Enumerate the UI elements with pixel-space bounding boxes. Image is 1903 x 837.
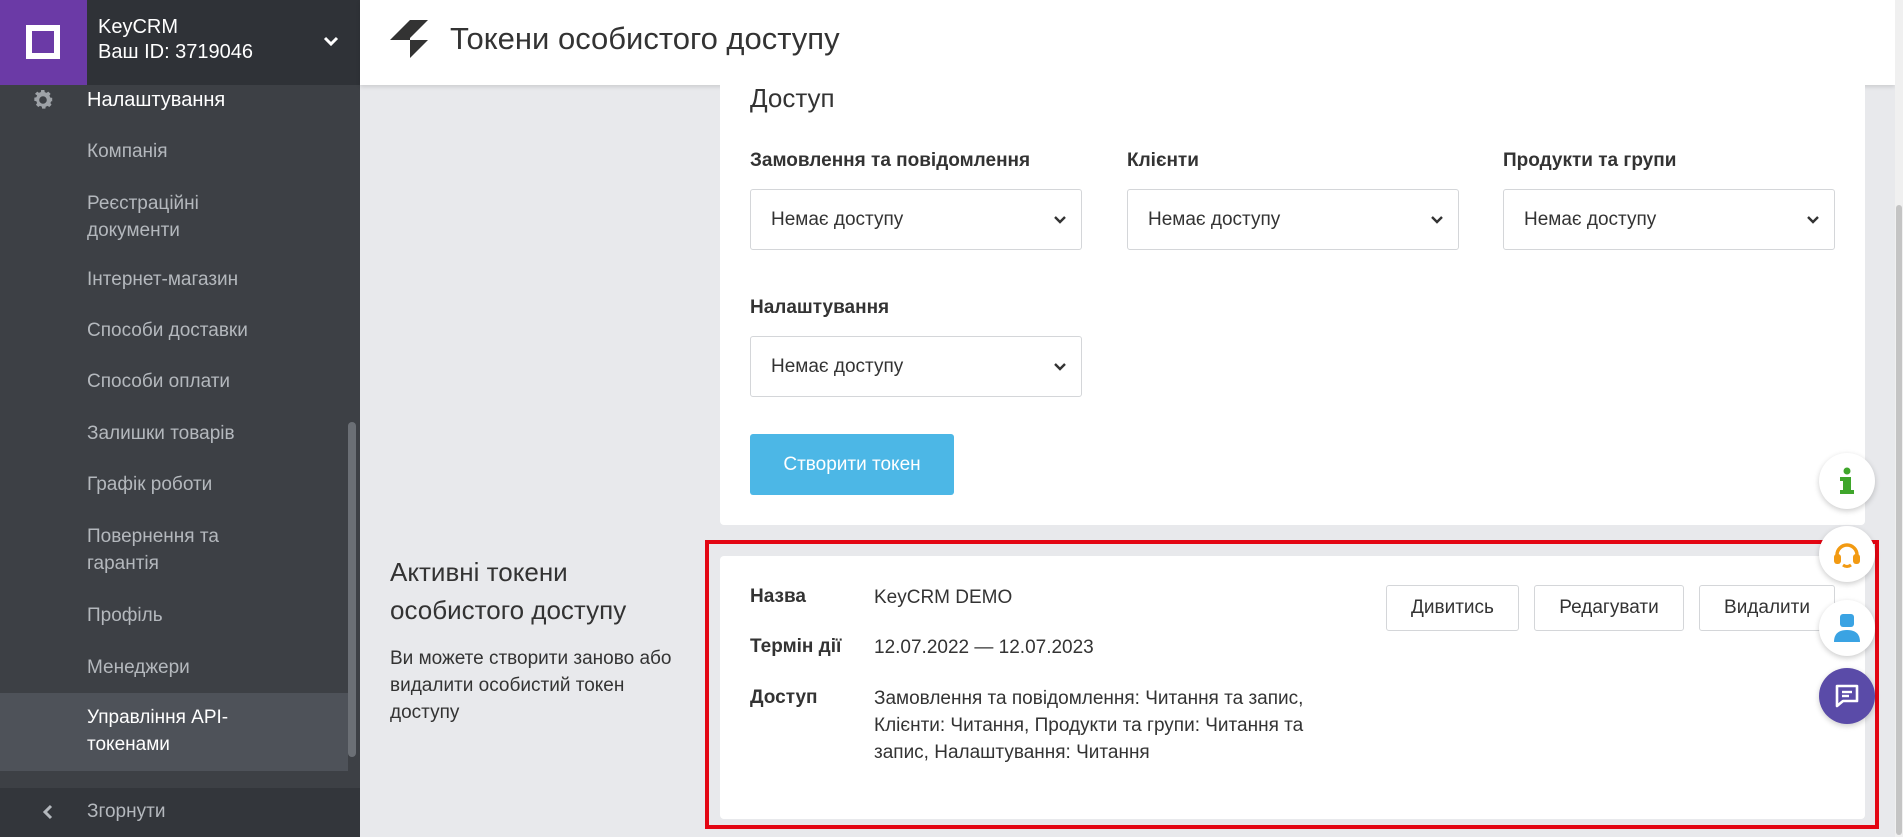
chevron-left-icon (42, 804, 53, 820)
highlight-frame (705, 540, 1879, 829)
access-heading: Доступ (750, 83, 835, 113)
settings-access-label: Налаштування (750, 297, 890, 318)
orders-access-label: Замовлення та повідомлення (750, 150, 1031, 171)
sidebar-item-managers[interactable]: Менеджери (0, 654, 350, 681)
chat-widget-button[interactable] (1819, 668, 1875, 724)
access-card: Доступ Замовлення та повідомлення Немає … (720, 78, 1865, 525)
settings-label: Налаштування (87, 89, 226, 111)
sidebar: KeyCRM Ваш ID: 3719046 Налаштування Комп… (0, 0, 360, 837)
clients-access-label: Клієнти (1127, 150, 1199, 171)
brand-name: KeyCRM (98, 16, 179, 38)
sidebar-scrollbar[interactable] (348, 422, 356, 757)
clients-access-select[interactable]: Немає доступу (1127, 189, 1459, 250)
sidebar-header[interactable]: KeyCRM Ваш ID: 3719046 (0, 0, 360, 85)
products-access-select[interactable]: Немає доступу (1503, 189, 1835, 250)
settings-access-value: Немає доступу (771, 356, 904, 377)
sidebar-item-payment-methods[interactable]: Способи оплати (0, 368, 350, 395)
active-tokens-description: Ви можете створити заново або видалити о… (390, 648, 672, 723)
sidebar-item-delivery-methods[interactable]: Способи доставки (0, 317, 350, 344)
manager-widget-button[interactable] (1819, 600, 1875, 656)
sidebar-item-schedule[interactable]: Графік роботи (0, 471, 350, 498)
sidebar-section-settings[interactable]: Налаштування (0, 85, 360, 115)
sidebar-item-company[interactable]: Компанія (0, 138, 350, 165)
gear-icon (34, 90, 54, 109)
settings-access-select[interactable]: Немає доступу (750, 336, 1082, 397)
active-tokens-title: Активні токени особистого доступу (390, 557, 627, 625)
support-widget-button[interactable] (1819, 526, 1875, 582)
orders-access-select[interactable]: Немає доступу (750, 189, 1082, 250)
chevron-down-icon (1054, 216, 1066, 224)
sidebar-collapse[interactable]: Згорнути (0, 788, 360, 837)
create-token-button[interactable]: Створити токен (750, 434, 954, 495)
chevron-down-icon[interactable] (318, 28, 344, 54)
sidebar-item-registration-docs[interactable]: Реєстраційні документи (0, 190, 300, 244)
collapse-label: Згорнути (87, 801, 166, 822)
clients-access-value: Немає доступу (1148, 209, 1281, 230)
headset-icon (1834, 543, 1860, 568)
info-widget-button[interactable] (1819, 453, 1875, 509)
page-scrollbar[interactable] (1895, 0, 1903, 837)
page-header: Токени особистого доступу (360, 0, 1895, 85)
chevron-down-icon (1431, 216, 1443, 224)
products-access-label: Продукти та групи (1503, 150, 1677, 171)
keycrm-logo (0, 0, 87, 85)
user-icon (1834, 614, 1860, 642)
chevron-down-icon (1807, 216, 1819, 224)
user-id: Ваш ID: 3719046 (98, 41, 254, 63)
app-logo-icon (390, 20, 428, 58)
chevron-down-icon (1054, 363, 1066, 371)
sidebar-item-stock[interactable]: Залишки товарів (0, 420, 350, 447)
sidebar-item-api-tokens[interactable]: Управління API-токенами (0, 693, 348, 771)
chat-icon (1835, 684, 1859, 708)
products-access-value: Немає доступу (1524, 209, 1657, 230)
page-title: Токени особистого доступу (450, 21, 840, 56)
account-info: KeyCRM Ваш ID: 3719046 (98, 15, 253, 65)
sidebar-item-returns[interactable]: Повернення та гарантія (0, 523, 300, 577)
info-icon (1840, 467, 1854, 494)
orders-access-value: Немає доступу (771, 209, 904, 230)
sidebar-item-online-store[interactable]: Інтернет-магазин (0, 266, 350, 293)
sidebar-item-profile[interactable]: Профіль (0, 602, 350, 629)
